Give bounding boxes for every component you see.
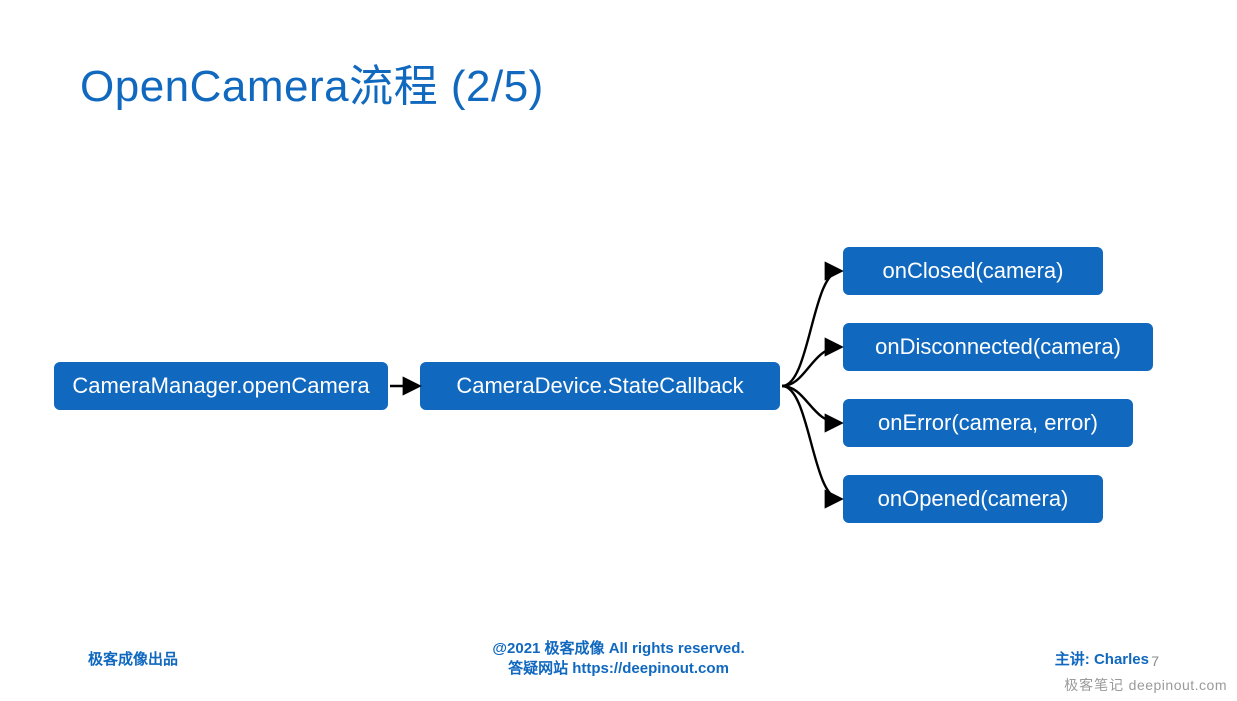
watermark: 极客笔记 deepinout.com [1064,675,1227,695]
footer-presenter: 主讲: Charles [1055,648,1149,669]
footer-copyright: @2021 极客成像 All rights reserved. 答疑网站 htt… [492,639,744,680]
watermark-url: deepinout.com [1129,677,1227,693]
slide-title: OpenCamera流程 (2/5) [80,50,544,114]
node-on-error: onError(camera, error) [843,399,1133,447]
page-number: 7 [1151,653,1159,669]
node-state-callback: CameraDevice.StateCallback [420,362,780,410]
node-camera-manager-open: CameraManager.openCamera [54,362,388,410]
node-on-closed: onClosed(camera) [843,247,1103,295]
watermark-brand: 极客笔记 [1064,679,1124,694]
node-on-opened: onOpened(camera) [843,475,1103,523]
footer-producer: 极客成像出品 [88,648,178,669]
node-on-disconnected: onDisconnected(camera) [843,323,1153,371]
footer-copyright-line2: 答疑网站 https://deepinout.com [492,659,744,679]
footer-copyright-line1: @2021 极客成像 All rights reserved. [492,639,744,659]
